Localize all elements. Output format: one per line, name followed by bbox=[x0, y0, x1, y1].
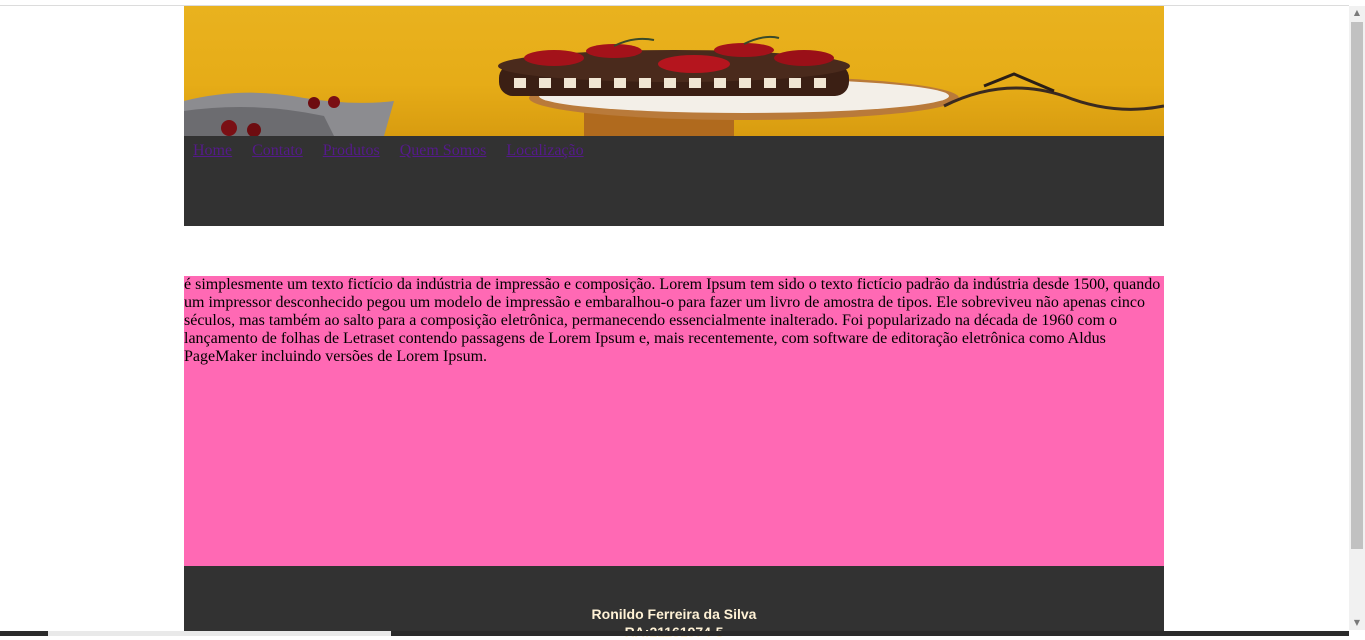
cake-illustration bbox=[184, 35, 1164, 136]
nav-link-localizacao[interactable]: Localização bbox=[506, 142, 583, 159]
header-banner-image bbox=[184, 6, 1164, 136]
horizontal-scrollbar[interactable] bbox=[0, 631, 1349, 636]
page-container: Home Contato Produtos Quem Somos Localiz… bbox=[184, 6, 1164, 640]
main-content-section: é simplesmente um texto fictício da indú… bbox=[184, 276, 1164, 566]
scroll-down-arrow-icon[interactable]: ▼ bbox=[1349, 616, 1365, 630]
scroll-up-arrow-icon[interactable]: ▲ bbox=[1349, 6, 1365, 20]
horizontal-scrollbar-thumb[interactable] bbox=[48, 631, 391, 636]
main-navigation: Home Contato Produtos Quem Somos Localiz… bbox=[184, 136, 1164, 226]
page-footer: Ronildo Ferreira da Silva RA:21161974-5 bbox=[184, 566, 1164, 640]
nav-link-contato[interactable]: Contato bbox=[252, 142, 303, 159]
nav-link-home[interactable]: Home bbox=[193, 142, 232, 159]
vertical-scrollbar[interactable]: ▲ ▼ bbox=[1349, 6, 1365, 630]
scrollbar-thumb[interactable] bbox=[1351, 22, 1363, 549]
content-paragraph: é simplesmente um texto fictício da indú… bbox=[184, 276, 1161, 365]
nav-link-quem-somos[interactable]: Quem Somos bbox=[400, 142, 487, 159]
footer-author-name: Ronildo Ferreira da Silva bbox=[591, 606, 757, 622]
nav-link-produtos[interactable]: Produtos bbox=[323, 142, 380, 159]
